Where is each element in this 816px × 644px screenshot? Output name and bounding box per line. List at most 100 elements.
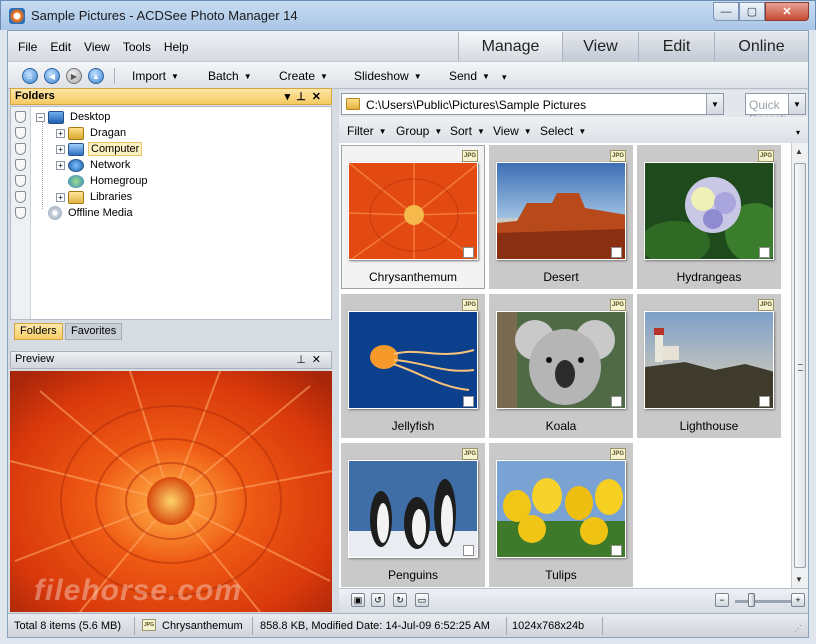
send-label: Send: [449, 69, 478, 83]
select-checkbox[interactable]: [611, 396, 622, 407]
filterbar-overflow-icon[interactable]: ▾: [796, 128, 800, 137]
expand-icon[interactable]: +: [56, 128, 65, 138]
shield-icon[interactable]: [15, 159, 26, 171]
mode-tab-manage[interactable]: Manage: [458, 32, 562, 61]
expand-icon[interactable]: +: [56, 160, 65, 170]
zoom-slider-knob[interactable]: [748, 593, 755, 607]
rotate-left-icon[interactable]: ↺: [371, 593, 385, 607]
shield-icon[interactable]: [15, 127, 26, 139]
shield-icon[interactable]: [15, 143, 26, 155]
tree-item-offline-media[interactable]: Offline Media: [48, 205, 135, 221]
grid-scrollbar[interactable]: ▲ ▼: [791, 143, 808, 588]
shield-icon[interactable]: [15, 207, 26, 219]
expand-icon[interactable]: +: [56, 192, 65, 202]
up-folder-icon[interactable]: ▲: [88, 68, 104, 84]
tree-item-desktop[interactable]: − Desktop: [36, 109, 112, 125]
menu-file[interactable]: File: [18, 40, 37, 54]
group-label: Group: [396, 124, 430, 138]
path-field[interactable]: C:\Users\Public\Pictures\Sample Pictures…: [341, 93, 724, 115]
path-dropdown-button[interactable]: ▼: [706, 94, 723, 114]
pin-icon[interactable]: ⊥: [296, 91, 312, 103]
tab-folders[interactable]: Folders: [14, 323, 63, 340]
menu-edit[interactable]: Edit: [50, 40, 71, 54]
import-menu[interactable]: Import ▼: [132, 69, 179, 83]
thumbnail-label: Tulips: [545, 568, 577, 582]
sort-menu[interactable]: Sort ▼: [450, 124, 485, 138]
tree-item-computer[interactable]: + Computer: [56, 141, 143, 157]
image-info-icon[interactable]: ▣: [351, 593, 365, 607]
zoom-slider-track[interactable]: [735, 600, 793, 603]
zoom-out-icon[interactable]: −: [715, 593, 729, 607]
menu-view[interactable]: View: [84, 40, 110, 54]
scroll-up-icon[interactable]: ▲: [795, 147, 803, 156]
menu-tools[interactable]: Tools: [123, 40, 151, 54]
close-button[interactable]: ✕: [765, 2, 809, 21]
select-checkbox[interactable]: [759, 247, 770, 258]
tree-item-label: Dragan: [90, 127, 127, 139]
create-menu[interactable]: Create ▼: [279, 69, 328, 83]
thumbnail-chrysanthemum[interactable]: JPG Chrysanthemum: [341, 145, 485, 289]
select-checkbox[interactable]: [611, 247, 622, 258]
maximize-button[interactable]: ▢: [739, 2, 765, 21]
group-menu[interactable]: Group ▼: [396, 124, 442, 138]
libraries-icon: [68, 190, 84, 204]
quick-search-input[interactable]: Quick Search ▼: [745, 93, 806, 126]
slideshow-menu[interactable]: Slideshow ▼: [354, 69, 422, 83]
slideshow-icon[interactable]: ▭: [415, 593, 429, 607]
back-icon[interactable]: ◀: [44, 68, 60, 84]
thumbnail-jellyfish[interactable]: JPG Jellyfish: [341, 294, 485, 438]
close-icon[interactable]: ✕: [312, 91, 327, 103]
shield-icon[interactable]: [15, 111, 26, 123]
select-checkbox[interactable]: [463, 545, 474, 556]
computer-icon: [68, 142, 84, 156]
tab-favorites[interactable]: Favorites: [65, 323, 123, 340]
shield-icon[interactable]: [15, 175, 26, 187]
expand-icon[interactable]: +: [56, 144, 65, 154]
tree-item-network[interactable]: + Network: [56, 157, 132, 173]
select-checkbox[interactable]: [759, 396, 770, 407]
mode-tab-online[interactable]: Online: [714, 32, 808, 61]
select-checkbox[interactable]: [463, 247, 474, 258]
menu-help[interactable]: Help: [164, 40, 189, 54]
jpg-badge-icon: JPG: [610, 448, 626, 460]
quick-search-dropdown[interactable]: ▼: [788, 94, 805, 114]
thumbnail-penguins[interactable]: JPG Penguins: [341, 443, 485, 587]
shield-icon[interactable]: [15, 191, 26, 203]
tree-item-homegroup[interactable]: Homegroup: [68, 173, 149, 189]
thumbnail-lighthouse[interactable]: JPG Lighthouse: [637, 294, 781, 438]
rotate-right-icon[interactable]: ↻: [393, 593, 407, 607]
tree-item-dragan[interactable]: + Dragan: [56, 125, 128, 141]
panel-menu-icon[interactable]: ▾: [285, 91, 297, 103]
minimize-button[interactable]: —: [713, 2, 739, 21]
home-icon[interactable]: ⌂: [22, 68, 38, 84]
folders-panel-title: Folders: [15, 90, 55, 102]
batch-menu[interactable]: Batch ▼: [208, 69, 252, 83]
select-checkbox[interactable]: [611, 545, 622, 556]
thumbnail-tulips[interactable]: JPG Tulips: [489, 443, 633, 587]
resize-grip-icon[interactable]: ⋰: [794, 624, 802, 633]
scrollbar-thumb[interactable]: [794, 163, 806, 568]
status-separator: [602, 617, 603, 635]
close-icon[interactable]: ✕: [312, 354, 327, 366]
tree-item-libraries[interactable]: + Libraries: [56, 189, 134, 205]
toolbar-overflow-icon[interactable]: ▾: [502, 72, 507, 83]
scroll-down-icon[interactable]: ▼: [795, 575, 803, 584]
thumbnail-hydrangeas[interactable]: JPG Hydrangeas: [637, 145, 781, 289]
select-checkbox[interactable]: [463, 396, 474, 407]
jpg-badge-icon: JPG: [610, 299, 626, 311]
zoom-in-icon[interactable]: +: [791, 593, 805, 607]
pin-icon[interactable]: ⊥: [296, 354, 312, 366]
mode-tab-view[interactable]: View: [562, 32, 638, 61]
select-menu[interactable]: Select ▼: [540, 124, 586, 138]
tree-item-label: Desktop: [70, 111, 111, 123]
view-menu[interactable]: View ▼: [493, 124, 532, 138]
mode-tab-edit[interactable]: Edit: [638, 32, 714, 61]
import-label: Import: [132, 69, 167, 83]
filter-menu[interactable]: Filter ▼: [347, 124, 387, 138]
send-menu[interactable]: Send ▼: [449, 69, 490, 83]
collapse-icon[interactable]: −: [36, 112, 45, 122]
forward-icon[interactable]: ▶: [66, 68, 82, 84]
thumbnail-koala[interactable]: JPG Koala: [489, 294, 633, 438]
thumbnail-desert[interactable]: JPG Desert: [489, 145, 633, 289]
thumbnail-image: [348, 162, 478, 260]
